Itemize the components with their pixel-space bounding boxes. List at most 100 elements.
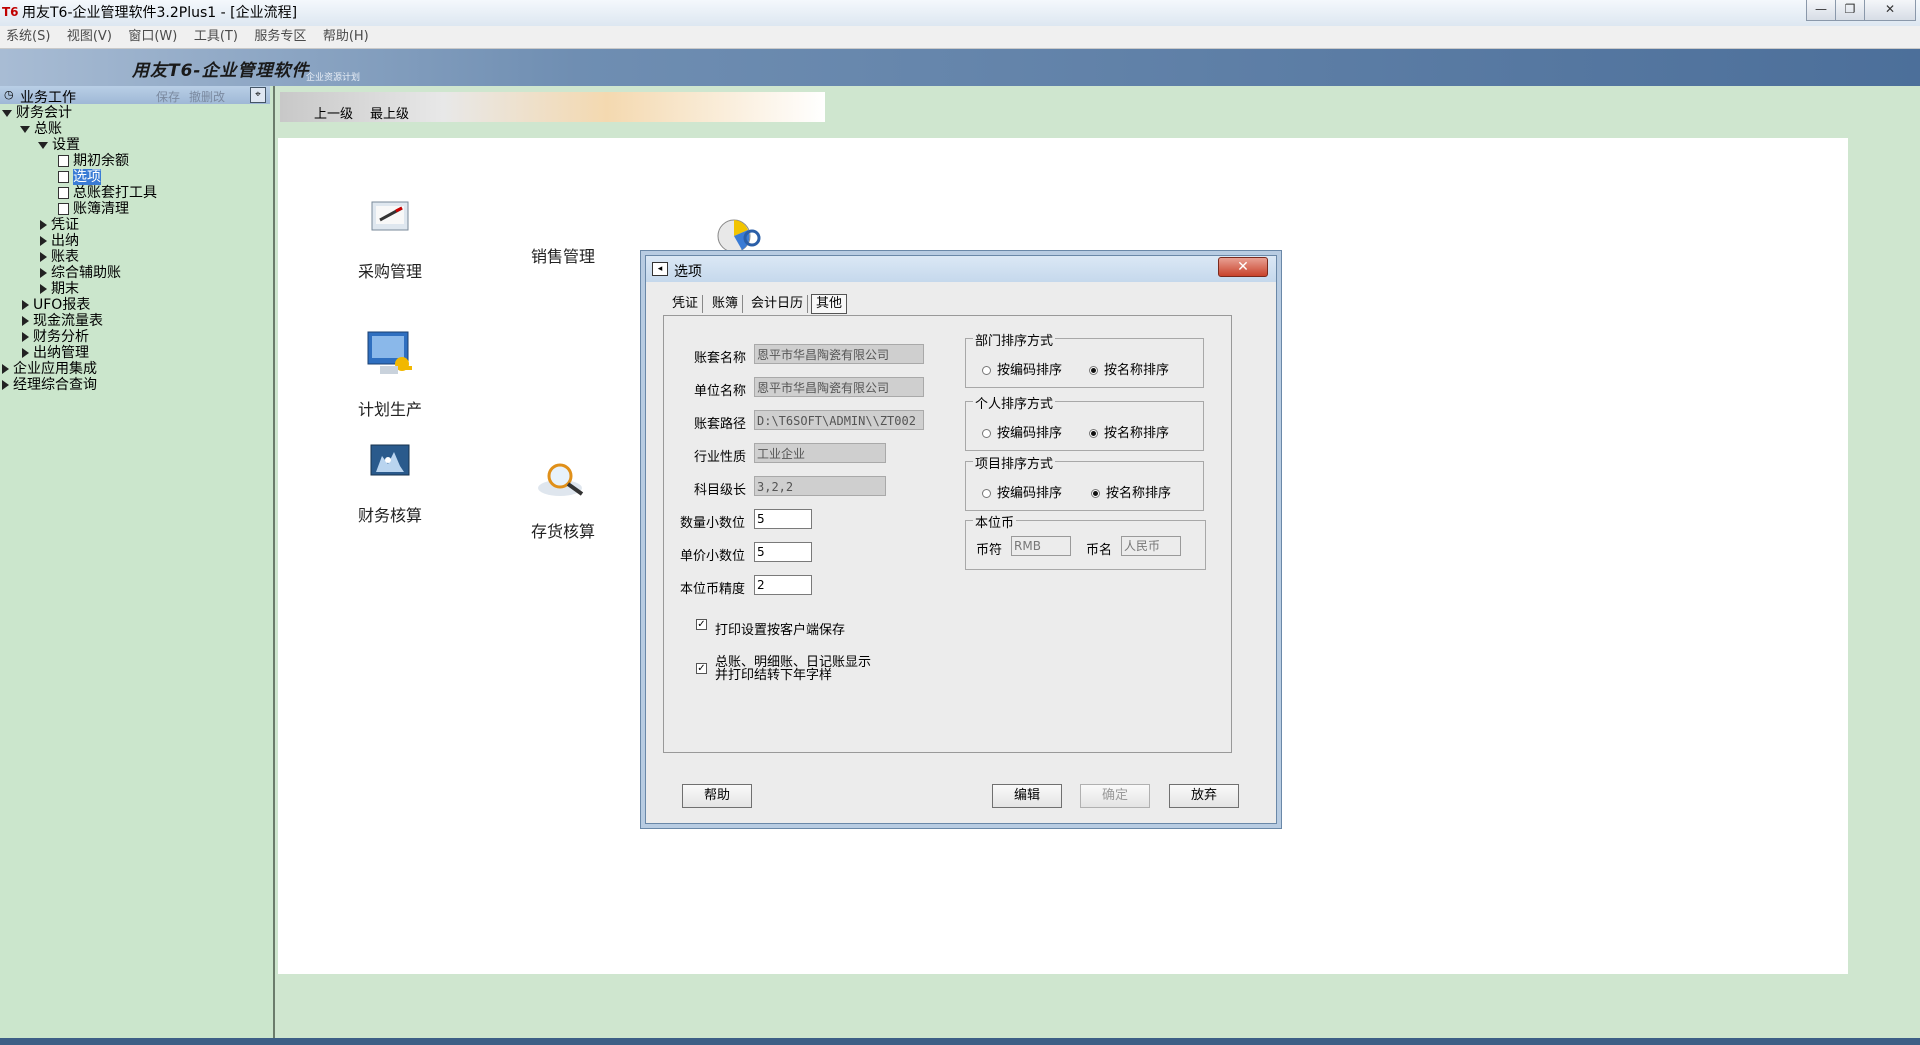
radio-selected-icon	[1091, 489, 1100, 498]
sales-chart-icon[interactable]	[712, 216, 768, 260]
tree-item-fin-analysis[interactable]: 财务分析	[22, 329, 89, 345]
collapse-icon	[22, 316, 29, 326]
radio-icon	[982, 366, 991, 375]
go-up-link[interactable]: 上一级	[314, 103, 353, 122]
tree-item-cashflow[interactable]: 现金流量表	[22, 313, 103, 329]
taskbar	[0, 1038, 1920, 1045]
restore-button[interactable]: ❐	[1835, 0, 1865, 21]
set-path-field: D:\T6SOFT\ADMIN\\ZT002	[754, 410, 924, 430]
dialog-title-bar[interactable]: ◂ 选项 ✕	[646, 256, 1276, 282]
tree-item-manager-query[interactable]: 经理综合查询	[2, 377, 97, 393]
carry-forward-checkbox[interactable]: ✓ 总账、明细账、日记账显示 并打印结转下年字样	[696, 656, 871, 683]
finance-label[interactable]: 财务核算	[358, 502, 422, 526]
set-name-field: 恩平市华昌陶瓷有限公司	[754, 344, 924, 364]
currency-symbol-field: RMB	[1011, 536, 1071, 556]
purchase-icon[interactable]	[370, 200, 410, 238]
industry-label: 行业性质	[694, 450, 747, 465]
dept-sort-by-code-radio[interactable]: 按编码排序	[982, 359, 1062, 378]
project-sort-by-name-radio[interactable]: 按名称排序	[1091, 482, 1171, 501]
tree-item-setup[interactable]: 设置	[38, 137, 80, 153]
document-icon	[58, 203, 69, 215]
menu-view[interactable]: 视图(V)	[61, 26, 118, 48]
finance-icon[interactable]	[370, 444, 410, 482]
qty-decimal-input[interactable]: 5	[754, 509, 812, 529]
collapse-icon	[40, 284, 47, 294]
minimize-button[interactable]: —	[1806, 0, 1836, 21]
tree-item-aux[interactable]: 综合辅助账	[40, 265, 121, 281]
person-sort-label: 个人排序方式	[973, 393, 1056, 412]
collapse-icon	[22, 348, 29, 358]
title-bar: T6 用友T6-企业管理软件3.2Plus1 - [企业流程] — ❐ ✕	[0, 0, 1920, 27]
project-sort-label: 项目排序方式	[973, 453, 1056, 472]
help-button[interactable]: 帮助	[682, 784, 752, 808]
tree-item-voucher[interactable]: 凭证	[40, 217, 79, 233]
unit-name-field: 恩平市华昌陶瓷有限公司	[754, 377, 924, 397]
tree-item-enterprise-int[interactable]: 企业应用集成	[2, 361, 97, 377]
tree-item-opening[interactable]: 期初余额	[58, 153, 129, 169]
radio-selected-icon	[1089, 366, 1098, 375]
inventory-label[interactable]: 存货核算	[531, 518, 595, 542]
app-logo-icon: T6	[2, 5, 19, 19]
menu-system[interactable]: 系统(S)	[0, 26, 56, 48]
tree-item-finance[interactable]: 财务会计	[2, 105, 72, 121]
ok-button[interactable]: 确定	[1080, 784, 1150, 808]
menu-service[interactable]: 服务专区	[248, 26, 312, 48]
set-path-label: 账套路径	[694, 417, 747, 432]
document-icon	[58, 155, 69, 167]
tab-calendar[interactable]: 会计日历	[747, 295, 809, 313]
menu-help[interactable]: 帮助(H)	[317, 26, 375, 48]
planning-label[interactable]: 计划生产	[358, 396, 422, 420]
purchase-label[interactable]: 采购管理	[358, 258, 422, 282]
currency-precision-label: 本位币精度	[680, 582, 746, 597]
go-top-link[interactable]: 最上级	[370, 103, 409, 122]
planning-icon[interactable]	[366, 330, 416, 382]
tab-ledger[interactable]: 账簿	[708, 295, 744, 313]
dialog-title: 选项	[674, 264, 702, 280]
radio-selected-icon	[1089, 429, 1098, 438]
tree-item-period-end[interactable]: 期末	[40, 281, 79, 297]
expand-icon	[38, 141, 48, 149]
tree-item-options[interactable]: 选项	[58, 169, 101, 185]
dept-sort-by-name-radio[interactable]: 按名称排序	[1089, 359, 1169, 378]
undo-change-link[interactable]: 撤删改	[189, 88, 225, 105]
currency-name-field: 人民币	[1121, 536, 1181, 556]
industry-field: 工业企业	[754, 443, 886, 463]
tree-item-cash-mgmt[interactable]: 出纳管理	[22, 345, 89, 361]
currency-precision-input[interactable]: 2	[754, 575, 812, 595]
clock-icon: ◷	[4, 88, 14, 101]
tree-item-gl-tool[interactable]: 总账套打工具	[58, 185, 157, 201]
inventory-magnifier-icon[interactable]	[536, 458, 590, 502]
tree-item-ufo[interactable]: UFO报表	[22, 297, 90, 313]
print-client-checkbox[interactable]: ✓ 打印设置按客户端保存	[696, 619, 845, 638]
collapse-icon	[2, 364, 9, 374]
cancel-button[interactable]: 放弃	[1169, 784, 1239, 808]
price-decimal-input[interactable]: 5	[754, 542, 812, 562]
tab-other[interactable]: 其他	[811, 294, 848, 314]
expand-icon	[20, 125, 30, 133]
edit-button[interactable]: 编辑	[992, 784, 1062, 808]
currency-symbol-label: 币符	[976, 543, 1003, 558]
tab-panel-other: 账套名称 恩平市华昌陶瓷有限公司 单位名称 恩平市华昌陶瓷有限公司 账套路径 D…	[663, 315, 1232, 753]
expand-icon	[2, 109, 12, 117]
person-sort-by-name-radio[interactable]: 按名称排序	[1089, 422, 1169, 441]
window-close-button[interactable]: ✕	[1864, 0, 1916, 21]
sales-label[interactable]: 销售管理	[531, 243, 595, 267]
subject-len-label: 科目级长	[694, 483, 747, 498]
tree-item-cashier[interactable]: 出纳	[40, 233, 79, 249]
save-link[interactable]: 保存	[156, 88, 180, 105]
project-sort-by-code-radio[interactable]: 按编码排序	[982, 482, 1062, 501]
person-sort-by-code-radio[interactable]: 按编码排序	[982, 422, 1062, 441]
tree-item-ledger-clear[interactable]: 账簿清理	[58, 201, 129, 217]
panel-header: ◷ 业务工作 保存 撤删改 ⌖	[0, 86, 270, 106]
collapse-icon	[2, 380, 9, 390]
tree-item-reports[interactable]: 账表	[40, 249, 79, 265]
collapse-icon	[40, 220, 47, 230]
menu-tools[interactable]: 工具(T)	[188, 26, 244, 48]
dialog-close-button[interactable]: ✕	[1218, 257, 1268, 277]
tree-item-gl[interactable]: 总账	[20, 121, 62, 137]
menu-window[interactable]: 窗口(W)	[122, 26, 183, 48]
tab-voucher[interactable]: 凭证	[668, 295, 704, 313]
pin-icon[interactable]: ⌖	[250, 87, 266, 103]
price-decimal-label: 单价小数位	[680, 549, 746, 564]
business-nav-panel: ◷ 业务工作 保存 撤删改 ⌖ 财务会计 总账 设置 期初余额 选项 总账套打工…	[0, 86, 275, 1045]
